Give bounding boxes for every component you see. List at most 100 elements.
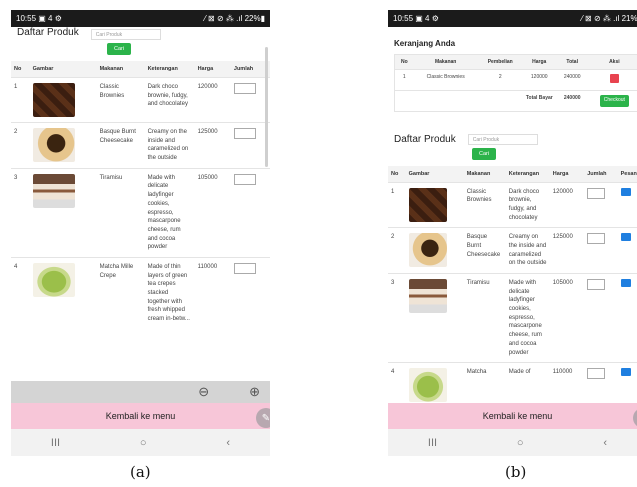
quantity-cell <box>584 227 618 274</box>
home-icon[interactable]: ○ <box>140 437 147 449</box>
product-description: Dark choco brownie, fudgy, and chocolate… <box>144 77 195 123</box>
order-icon[interactable] <box>620 368 631 377</box>
phone-screenshot-a: 10:55 ▣ 4 ⚙ ⁄ ⊠ ⊘ ⁂ .ıl 22%▮ Daftar Prod… <box>11 10 270 456</box>
figure-label-a: (a) <box>130 463 151 481</box>
back-to-menu-button[interactable]: Kembali ke menu <box>388 403 637 429</box>
product-name: Classic Brownies <box>463 181 506 228</box>
product-image-brownies <box>29 77 97 123</box>
total-label: Total Bayar <box>394 90 556 111</box>
quantity-input[interactable] <box>233 262 256 274</box>
column-header: Gambar <box>405 165 464 182</box>
zoom-out-icon[interactable]: ⊖ <box>198 384 209 400</box>
table-row: 4 Matcha Mille Crepe Made of thin layers… <box>11 256 270 329</box>
zoom-in-icon[interactable]: ⊕ <box>249 384 260 400</box>
quantity-cell <box>230 256 270 329</box>
order-icon[interactable] <box>620 187 631 196</box>
product-description: Creamy on the inside and caramelized on … <box>505 227 550 274</box>
table-row: 3 Tiramisu Made with delicate ladyfinger… <box>388 272 637 363</box>
column-header: Harga <box>194 61 231 78</box>
search-button[interactable]: Cari <box>472 147 497 160</box>
status-icons: ▣ 4 ⚙ <box>38 14 62 23</box>
edit-icon[interactable]: ✎ <box>256 408 270 428</box>
column-header: Keterangan <box>505 165 550 182</box>
quantity-input[interactable] <box>587 233 606 245</box>
android-nav-bar: III ○ ‹ <box>11 429 270 456</box>
cart-item-qty: 2 <box>477 68 523 91</box>
product-price: 110000 <box>549 362 585 403</box>
column-header: Pembelian <box>477 54 523 70</box>
product-name: Basque Burnt Cheesecake <box>96 122 145 169</box>
order-cell <box>617 181 637 228</box>
cart-table: No Makanan Pembelian Harga Total Aksi 1 … <box>394 54 637 112</box>
product-name: Basque Burnt Cheesecake <box>463 227 506 274</box>
table-row: 3 Tiramisu Made with delicate ladyfinger… <box>11 167 270 258</box>
column-header: No <box>11 61 30 78</box>
status-right: ⁄ ⊠ ⊘ ⁂ .ıl 22%▮ <box>204 14 266 23</box>
column-header: Gambar <box>29 61 97 78</box>
figure-label-b: (b) <box>505 463 527 481</box>
row-number: 2 <box>388 227 406 274</box>
product-price: 125000 <box>194 122 231 169</box>
cart-item-total: 240000 <box>555 68 589 91</box>
order-icon[interactable] <box>620 233 631 242</box>
product-name: Tiramisu <box>96 167 145 258</box>
status-right: ⁄ ⊠ ⊘ ⁂ .ıl 21%▮ <box>581 14 637 23</box>
search-button[interactable]: Cari <box>107 43 132 55</box>
row-number: 4 <box>11 256 30 329</box>
quantity-cell <box>584 362 618 403</box>
product-name: Tiramisu <box>463 272 506 363</box>
back-to-menu-button[interactable]: Kembali ke menu <box>11 403 270 429</box>
order-icon[interactable] <box>620 279 631 287</box>
row-number: 1 <box>394 68 414 91</box>
recent-apps-icon[interactable]: III <box>428 437 437 449</box>
search-input[interactable]: Cari Produk <box>467 133 538 145</box>
quantity-cell <box>584 272 618 363</box>
column-header: Makanan <box>413 54 478 70</box>
quantity-input[interactable] <box>587 279 606 290</box>
status-time: 10:55 <box>16 14 37 23</box>
column-header: Makanan <box>96 61 145 78</box>
android-nav-bar: III ○ ‹ <box>388 429 637 456</box>
quantity-input[interactable] <box>587 368 606 380</box>
status-icons: ▣ 4 ⚙ <box>415 14 439 23</box>
cart-and-product-page: Keranjang Anda No Makanan Pembelian Harg… <box>388 27 637 403</box>
table-row: 2 Basque Burnt Cheesecake Creamy on the … <box>11 122 270 169</box>
back-icon[interactable]: ‹ <box>226 437 230 449</box>
delete-icon[interactable] <box>609 74 619 83</box>
cart-item-name: Classic Brownies <box>413 68 478 91</box>
scrollbar[interactable] <box>265 47 268 167</box>
quantity-input[interactable] <box>233 128 256 139</box>
quantity-input[interactable] <box>233 83 256 94</box>
phone-screenshot-b: 10:55 ▣ 4 ⚙ ⁄ ⊠ ⊘ ⁂ .ıl 21%▮ Keranjang A… <box>388 10 637 456</box>
product-description: Made of <box>505 362 550 403</box>
cart-title: Keranjang Anda <box>394 39 456 48</box>
home-icon[interactable]: ○ <box>517 437 524 449</box>
product-price: 110000 <box>194 256 231 329</box>
product-name: Classic Brownies <box>96 77 145 123</box>
quantity-input[interactable] <box>233 173 256 185</box>
product-description: Creamy on the inside and caramelized on … <box>144 122 195 169</box>
quantity-cell <box>230 167 270 258</box>
back-icon[interactable]: ‹ <box>603 437 607 449</box>
order-cell <box>617 362 637 403</box>
table-row: 1 Classic Brownies Dark choco brownie, f… <box>11 77 270 123</box>
product-description: Dark choco brownie, fudgy, and chocolate… <box>505 181 550 228</box>
product-description: Made with delicate ladyfinger cookies, e… <box>144 167 195 258</box>
recent-apps-icon[interactable]: III <box>51 437 60 449</box>
column-header: Pesan <box>617 165 637 182</box>
order-cell <box>617 227 637 274</box>
row-number: 2 <box>11 122 30 169</box>
checkout-button[interactable]: Checkout <box>599 95 629 107</box>
product-image-cheesecake <box>29 122 97 169</box>
table-row: 2 Basque Burnt Cheesecake Creamy on the … <box>388 227 637 274</box>
column-header: Harga <box>549 165 585 182</box>
page-title: Daftar Produk <box>394 133 456 145</box>
search-input[interactable]: Cari Produk <box>90 29 161 40</box>
product-image-matcha <box>405 362 464 403</box>
quantity-input[interactable] <box>587 187 606 199</box>
order-cell <box>617 272 637 363</box>
product-table: No Gambar Makanan Keterangan Harga Jumla… <box>388 165 637 403</box>
column-header: Makanan <box>463 165 506 182</box>
status-bar: 10:55 ▣ 4 ⚙ ⁄ ⊠ ⊘ ⁂ .ıl 22%▮ <box>11 10 270 27</box>
product-name: Matcha <box>463 362 506 403</box>
